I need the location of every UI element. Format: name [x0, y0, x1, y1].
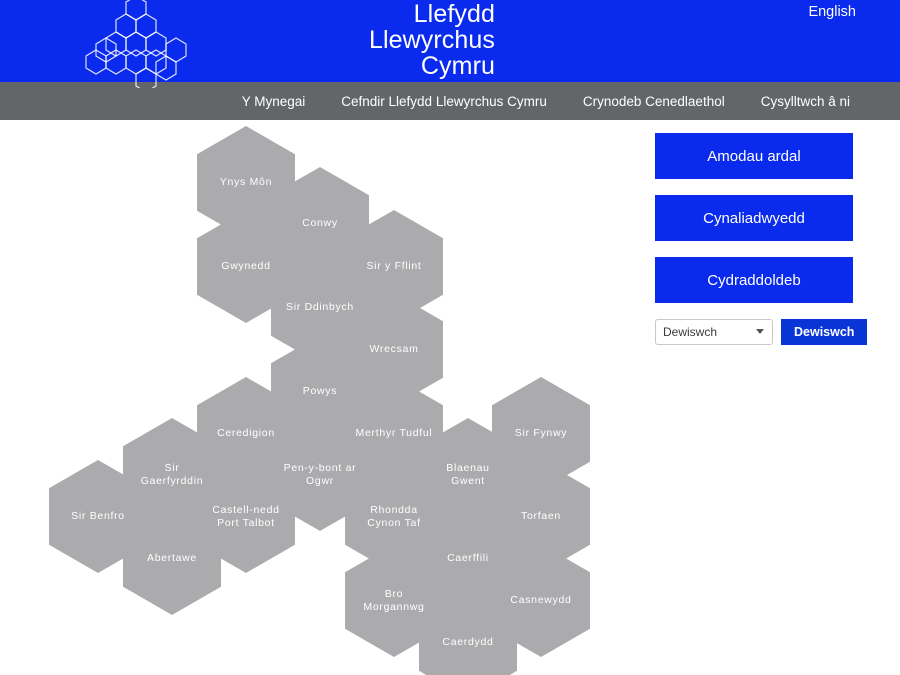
map-hex-label: Caerdydd [442, 636, 494, 648]
map-hex-label: Wrecsam [369, 343, 419, 355]
area-select-row: Dewiswch Dewiswch [655, 319, 868, 345]
area-conditions-button[interactable]: Amodau ardal [655, 133, 853, 179]
brand-line-3: Cymru [420, 52, 495, 80]
brand-line-1: Llefydd [413, 0, 495, 28]
map-hex-label: Conwy [302, 217, 338, 229]
map-hex-label: Powys [302, 385, 338, 397]
nav-item-contact[interactable]: Cysylltwch â ni [761, 94, 850, 109]
language-toggle-link[interactable]: English [808, 4, 856, 20]
nav-item-index[interactable]: Y Mynegai [242, 94, 306, 109]
brand-line-2: Llewyrchus [368, 26, 495, 54]
main-content: Ynys Môn Conwy Gwynedd Sir y Fflint Sir Ddin… [0, 120, 900, 675]
nav-item-background[interactable]: Cefndir Llefydd Llewyrchus Cymru [341, 94, 547, 109]
map-hex-label: Gwynedd [221, 260, 271, 272]
map-hex-label: Ynys Môn [219, 176, 273, 188]
site-brand-title: Llefydd Llewyrchus Cymru [175, 1, 495, 79]
site-header: Llefydd Llewyrchus Cymru English [0, 0, 900, 93]
area-select[interactable]: Dewiswch [655, 319, 773, 345]
map-hex-label: Sir Fynwy [514, 427, 568, 439]
map-hex-label: Sir Ddinbych [286, 301, 354, 313]
wales-hexagon-map: Ynys Môn Conwy Gwynedd Sir y Fflint Sir Ddin… [0, 120, 640, 675]
map-hex-label: Sir Benfro [71, 510, 125, 522]
nav-item-national-summary[interactable]: Crynodeb Cenedlaethol [583, 94, 725, 109]
area-select-submit-button[interactable]: Dewiswch [781, 319, 868, 345]
controls-panel: Amodau ardal Cynaliadwyedd Cydraddoldeb … [655, 133, 868, 345]
equality-button[interactable]: Cydraddoldeb [655, 257, 853, 303]
area-select-wrapper: Dewiswch [655, 319, 773, 345]
sustainability-button[interactable]: Cynaliadwyedd [655, 195, 853, 241]
map-hex-label: Abertawe [147, 552, 197, 564]
map-hex-label: Casnewydd [510, 594, 572, 606]
map-hex-label: Torfaen [521, 510, 561, 522]
map-hex-label: Caerffili [447, 552, 489, 564]
map-hex-label: Sir y Fflint [366, 260, 422, 272]
map-hex-label: Merthyr Tudful [355, 427, 433, 439]
map-hex-label: Ceredigion [217, 427, 275, 439]
